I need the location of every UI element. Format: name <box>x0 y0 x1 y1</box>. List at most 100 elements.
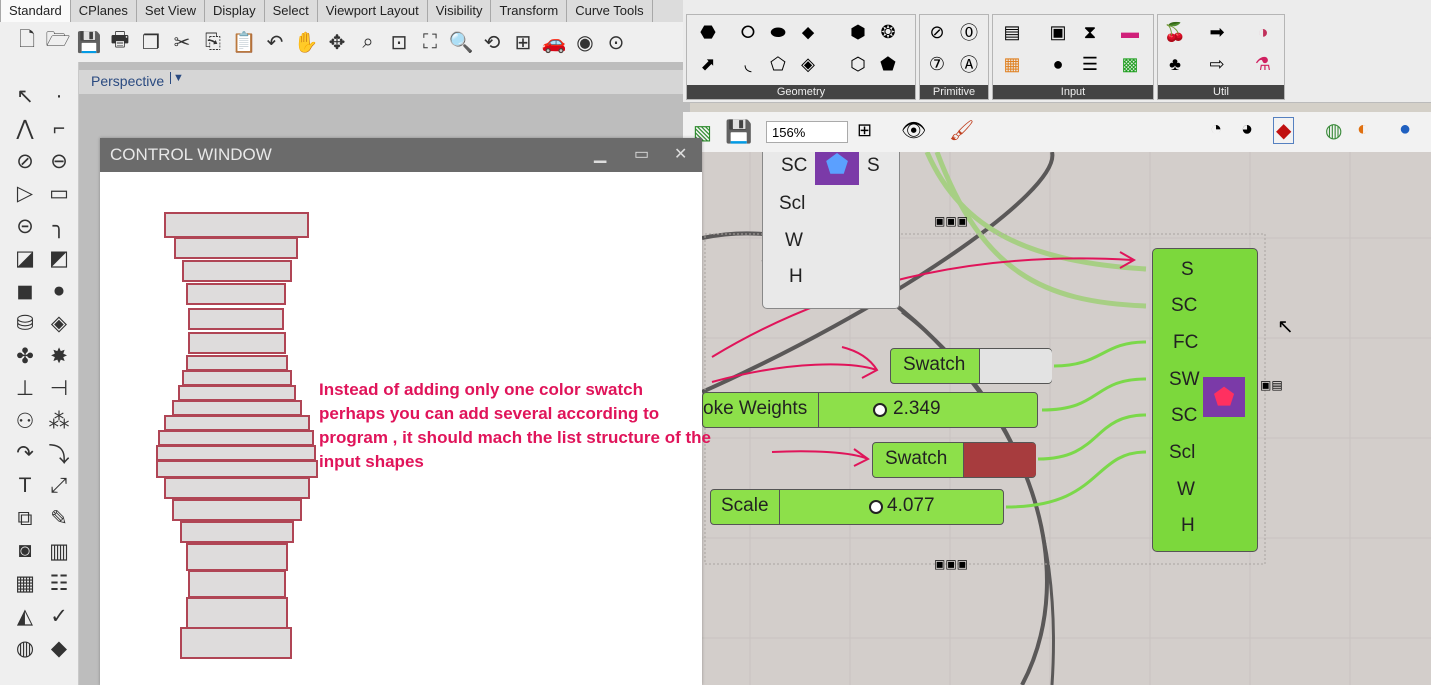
copy-icon[interactable]: ⎘ <box>200 29 226 55</box>
select-arrow-icon[interactable]: ↖ <box>8 80 42 113</box>
open-folder-icon[interactable]: 🗁 <box>45 29 71 55</box>
text-icon[interactable]: T <box>8 470 42 503</box>
viewport-menu-arrow-icon[interactable]: ▼ <box>170 72 184 84</box>
port-label-sc-2[interactable]: SC <box>1171 405 1197 427</box>
swatch-component-1[interactable]: Swatch <box>890 348 1052 384</box>
graph-param-icon[interactable]: ▦ <box>999 51 1025 77</box>
tab-cplanes[interactable]: CPlanes <box>71 0 137 22</box>
analyze-icon[interactable]: ◭ <box>8 600 42 633</box>
plane-param-icon[interactable]: ⬠ <box>765 51 791 77</box>
document-preview-icon[interactable]: ◐ <box>1357 118 1369 141</box>
list-param-icon[interactable]: ☰ <box>1077 51 1103 77</box>
zui-add-input-icon[interactable]: ▣▣▣ <box>934 214 968 228</box>
save-icon[interactable]: 💾 <box>76 29 102 55</box>
align-icon[interactable]: ⊣ <box>42 373 76 406</box>
split-icon[interactable]: ⤵ <box>42 438 76 471</box>
zui-add-output-icon[interactable]: ▣▣▣ <box>934 557 968 571</box>
sketch-pen-icon[interactable]: 🖌 <box>949 118 974 143</box>
tab-viewport-layout[interactable]: Viewport Layout <box>318 0 428 22</box>
grid-icon[interactable]: ▦ <box>8 568 42 601</box>
port-label-w-main[interactable]: W <box>1177 479 1195 501</box>
port-label-scl-main[interactable]: Scl <box>1169 442 1195 464</box>
swatch-component-2[interactable]: Swatch <box>872 442 1036 478</box>
zoom-icon[interactable]: ⌕ <box>355 29 381 55</box>
block-icon[interactable]: ⧉ <box>8 503 42 536</box>
zoom-extents-icon[interactable]: ⛶ <box>417 29 443 55</box>
integer-param-icon[interactable]: ⑦ <box>924 51 950 77</box>
zoom-extents-icon[interactable]: ⊞ <box>857 120 872 141</box>
curve-points-icon[interactable]: ⌐ <box>42 113 76 146</box>
preview-selected-icon[interactable]: ◆ <box>1273 117 1295 144</box>
circle-icon[interactable]: ⊘ <box>8 145 42 178</box>
cut-icon[interactable]: ✂ <box>169 29 195 55</box>
viewport-title[interactable]: Perspective <box>91 73 164 89</box>
array-icon[interactable]: ⁂ <box>42 405 76 438</box>
rotate-view-icon[interactable]: ⟲ <box>479 29 505 55</box>
data-input-arrow-icon[interactable]: ➡ <box>1204 19 1230 45</box>
loft-icon[interactable]: ◩ <box>42 243 76 276</box>
button-param-icon[interactable]: ● <box>1045 51 1071 77</box>
cylinder-icon[interactable]: ⛁ <box>8 308 42 341</box>
arc-param-icon[interactable]: ◟ <box>735 51 761 77</box>
cluster-icon[interactable]: ◑ <box>1250 19 1276 45</box>
toggle-param-icon[interactable]: ▣ <box>1045 19 1071 45</box>
tab-display[interactable]: Display <box>205 0 265 22</box>
tab-select[interactable]: Select <box>265 0 318 22</box>
boolean-icon[interactable]: ✤ <box>8 340 42 373</box>
check-icon[interactable]: ✓ <box>42 600 76 633</box>
group-icon[interactable]: ⚇ <box>8 405 42 438</box>
cherry-icon[interactable]: 🍒 <box>1162 19 1188 45</box>
transform-icon[interactable]: ⤢ <box>42 470 76 503</box>
explode-icon[interactable]: ✸ <box>42 340 76 373</box>
swatch-2-color-chip[interactable] <box>963 443 1036 477</box>
save-document-icon[interactable]: 💾 <box>725 119 752 145</box>
point-icon[interactable]: · <box>42 80 76 113</box>
component-style-main[interactable]: S SC FC SW SC Scl W H ⬟ <box>1152 248 1258 552</box>
ellipse-icon[interactable]: ⊖ <box>42 145 76 178</box>
slider-param-icon[interactable]: ⧗ <box>1077 19 1103 45</box>
flask-icon[interactable]: ⚗ <box>1250 51 1276 77</box>
point-param-icon[interactable]: ⬈ <box>695 51 721 77</box>
maximize-icon[interactable]: ▭ <box>634 138 649 172</box>
component-svg-style-upstream[interactable]: SC Scl W H S ⬟ <box>762 152 900 309</box>
car-icon[interactable]: 🚗 <box>541 29 567 55</box>
port-label-h-main[interactable]: H <box>1181 515 1195 537</box>
preview-wire-icon[interactable]: ◔ <box>1210 118 1222 141</box>
surface-icon[interactable]: ◪ <box>8 243 42 276</box>
dimension-icon[interactable]: ⊥ <box>8 373 42 406</box>
minimize-icon[interactable]: ▁ <box>594 138 606 172</box>
number-param-icon[interactable]: ⓪ <box>956 19 982 45</box>
tab-curve-tools[interactable]: Curve Tools <box>567 0 653 22</box>
tab-visibility[interactable]: Visibility <box>428 0 492 22</box>
shade-icon[interactable]: ◍ <box>8 633 42 666</box>
zui-port-icon[interactable]: ▣▤ <box>1260 378 1283 392</box>
line-param-icon[interactable]: ⬥ <box>795 19 821 45</box>
tab-transform[interactable]: Transform <box>491 0 568 22</box>
sphere-preview-icon[interactable]: ● <box>1399 118 1411 141</box>
box-icon[interactable]: ◼ <box>8 275 42 308</box>
image-param-icon[interactable]: ▩ <box>1117 51 1143 77</box>
polygon-icon[interactable]: ⊝ <box>8 210 42 243</box>
fillet-curve-icon[interactable]: ╮ <box>42 210 76 243</box>
scale-grip[interactable] <box>869 500 883 514</box>
render-icon[interactable]: ◙ <box>8 535 42 568</box>
control-window-title-bar[interactable]: CONTROL WINDOW <box>100 138 702 172</box>
ladder-icon[interactable]: ☷ <box>42 568 76 601</box>
mesh-param-icon[interactable]: ❂ <box>875 19 901 45</box>
clock-icon[interactable]: ⊙ <box>603 29 629 55</box>
mesh-icon[interactable]: ◈ <box>42 308 76 341</box>
sphere-icon[interactable]: ● <box>42 275 76 308</box>
stroke-weights-slider[interactable]: oke Weights 2.349 <box>702 392 1038 428</box>
port-label-sc-1[interactable]: SC <box>1171 295 1197 317</box>
preview-eye-icon[interactable]: 👁 <box>901 118 926 143</box>
scale-slider[interactable]: Scale 4.077 <box>710 489 1004 525</box>
data-output-arrow-icon[interactable]: ⇨ <box>1204 51 1230 77</box>
brep-param-icon[interactable]: ⬟ <box>875 51 901 77</box>
geometry-param-icon[interactable]: ⬣ <box>695 19 721 45</box>
zoom-level-select[interactable]: 156% <box>766 121 848 143</box>
tab-set-view[interactable]: Set View <box>137 0 205 22</box>
port-label-s[interactable]: S <box>1181 259 1194 281</box>
tab-standard[interactable]: Standard <box>0 0 71 22</box>
eye-icon[interactable]: ◉ <box>572 29 598 55</box>
rectangle-icon[interactable]: ▭ <box>42 178 76 211</box>
